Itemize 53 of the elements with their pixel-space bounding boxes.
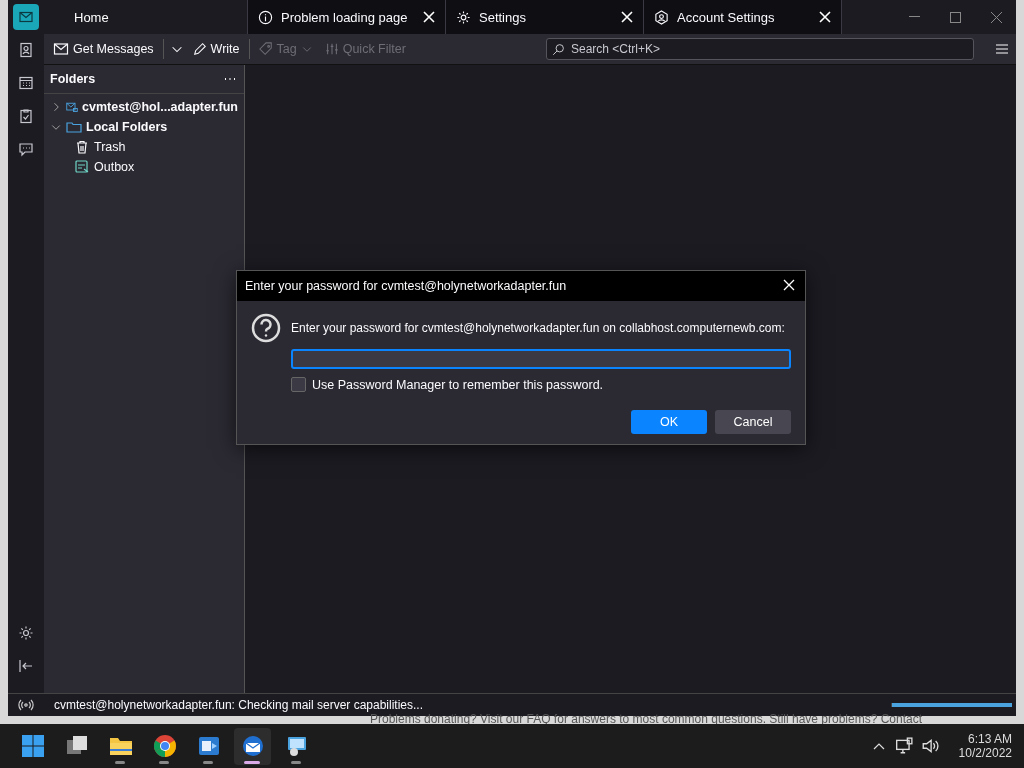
password-field[interactable] (291, 349, 791, 369)
tag-icon (258, 42, 273, 56)
clipboard-check-icon[interactable] (18, 108, 34, 124)
clock-time[interactable]: 6:13 AM (967, 732, 1012, 746)
folder-item[interactable]: Outbox (44, 157, 244, 177)
write-button[interactable]: Write (189, 39, 243, 59)
clock-date[interactable]: 10/2/2022 (958, 746, 1012, 760)
folder-item[interactable]: Trash (44, 137, 244, 157)
account-icon (654, 9, 669, 25)
settings-icon[interactable] (18, 625, 34, 641)
checkbox[interactable] (291, 377, 306, 392)
info-icon (258, 9, 273, 25)
envelope-icon (53, 41, 69, 57)
address-book-icon[interactable] (18, 42, 34, 58)
get-messages-button[interactable]: Get Messages (50, 38, 157, 60)
pencil-icon (192, 42, 207, 56)
sliders-icon (324, 42, 339, 56)
ok-button[interactable]: OK (631, 410, 707, 434)
chrome-icon (152, 734, 177, 758)
question-icon (251, 313, 281, 343)
search-field[interactable]: Search <Ctrl+K> (546, 38, 974, 60)
mail-icon (18, 9, 34, 25)
menu-icon[interactable] (994, 41, 1010, 57)
folder-icon (66, 119, 82, 135)
folder-item[interactable]: Local Folders (44, 117, 244, 137)
folders-title: Folders (50, 72, 96, 86)
tab[interactable]: Settings (446, 0, 644, 34)
chat-icon[interactable] (18, 141, 34, 157)
dialog-title: Enter your password for cvmtest@holynetworkadapter.fun (245, 279, 567, 293)
trash-icon (74, 139, 90, 155)
status-text: cvmtest@holynetworkadapter.fun: Checking mail server capabilities... (53, 698, 424, 712)
minimize-icon[interactable] (909, 16, 920, 18)
checkbox-label[interactable]: Use Password Manager to remember this password. (312, 377, 604, 392)
calendar-icon[interactable] (18, 75, 34, 91)
volume-icon[interactable] (920, 737, 939, 755)
signal-icon (18, 697, 34, 713)
collapse-icon[interactable] (18, 658, 34, 674)
mail-app-icon (240, 734, 265, 758)
search-icon (552, 43, 565, 56)
gear-icon (456, 9, 471, 25)
taskbar-app[interactable] (234, 727, 271, 765)
windows-logo-icon (20, 734, 45, 758)
remote-desktop-app-icon (196, 734, 221, 758)
dialog-message: Enter your password for cvmtest@holynetworkadapter.fun on collabhost.computernewb.com: (291, 321, 786, 335)
maximize-icon[interactable] (950, 11, 961, 23)
network-icon[interactable] (894, 737, 913, 755)
tab[interactable]: Account Settings (644, 0, 842, 34)
background-page-text: Problems donating? Visit our FAQ for answers to most common questions. Still have problems? Contact (370, 712, 923, 726)
cancel-button[interactable]: Cancel (715, 410, 791, 434)
mail-space-button[interactable] (13, 4, 39, 30)
tab[interactable]: Problem loading page (248, 0, 446, 34)
folder-item[interactable]: cvmtest@hol...adapter.fun (44, 97, 244, 117)
outbox-icon (74, 159, 90, 175)
